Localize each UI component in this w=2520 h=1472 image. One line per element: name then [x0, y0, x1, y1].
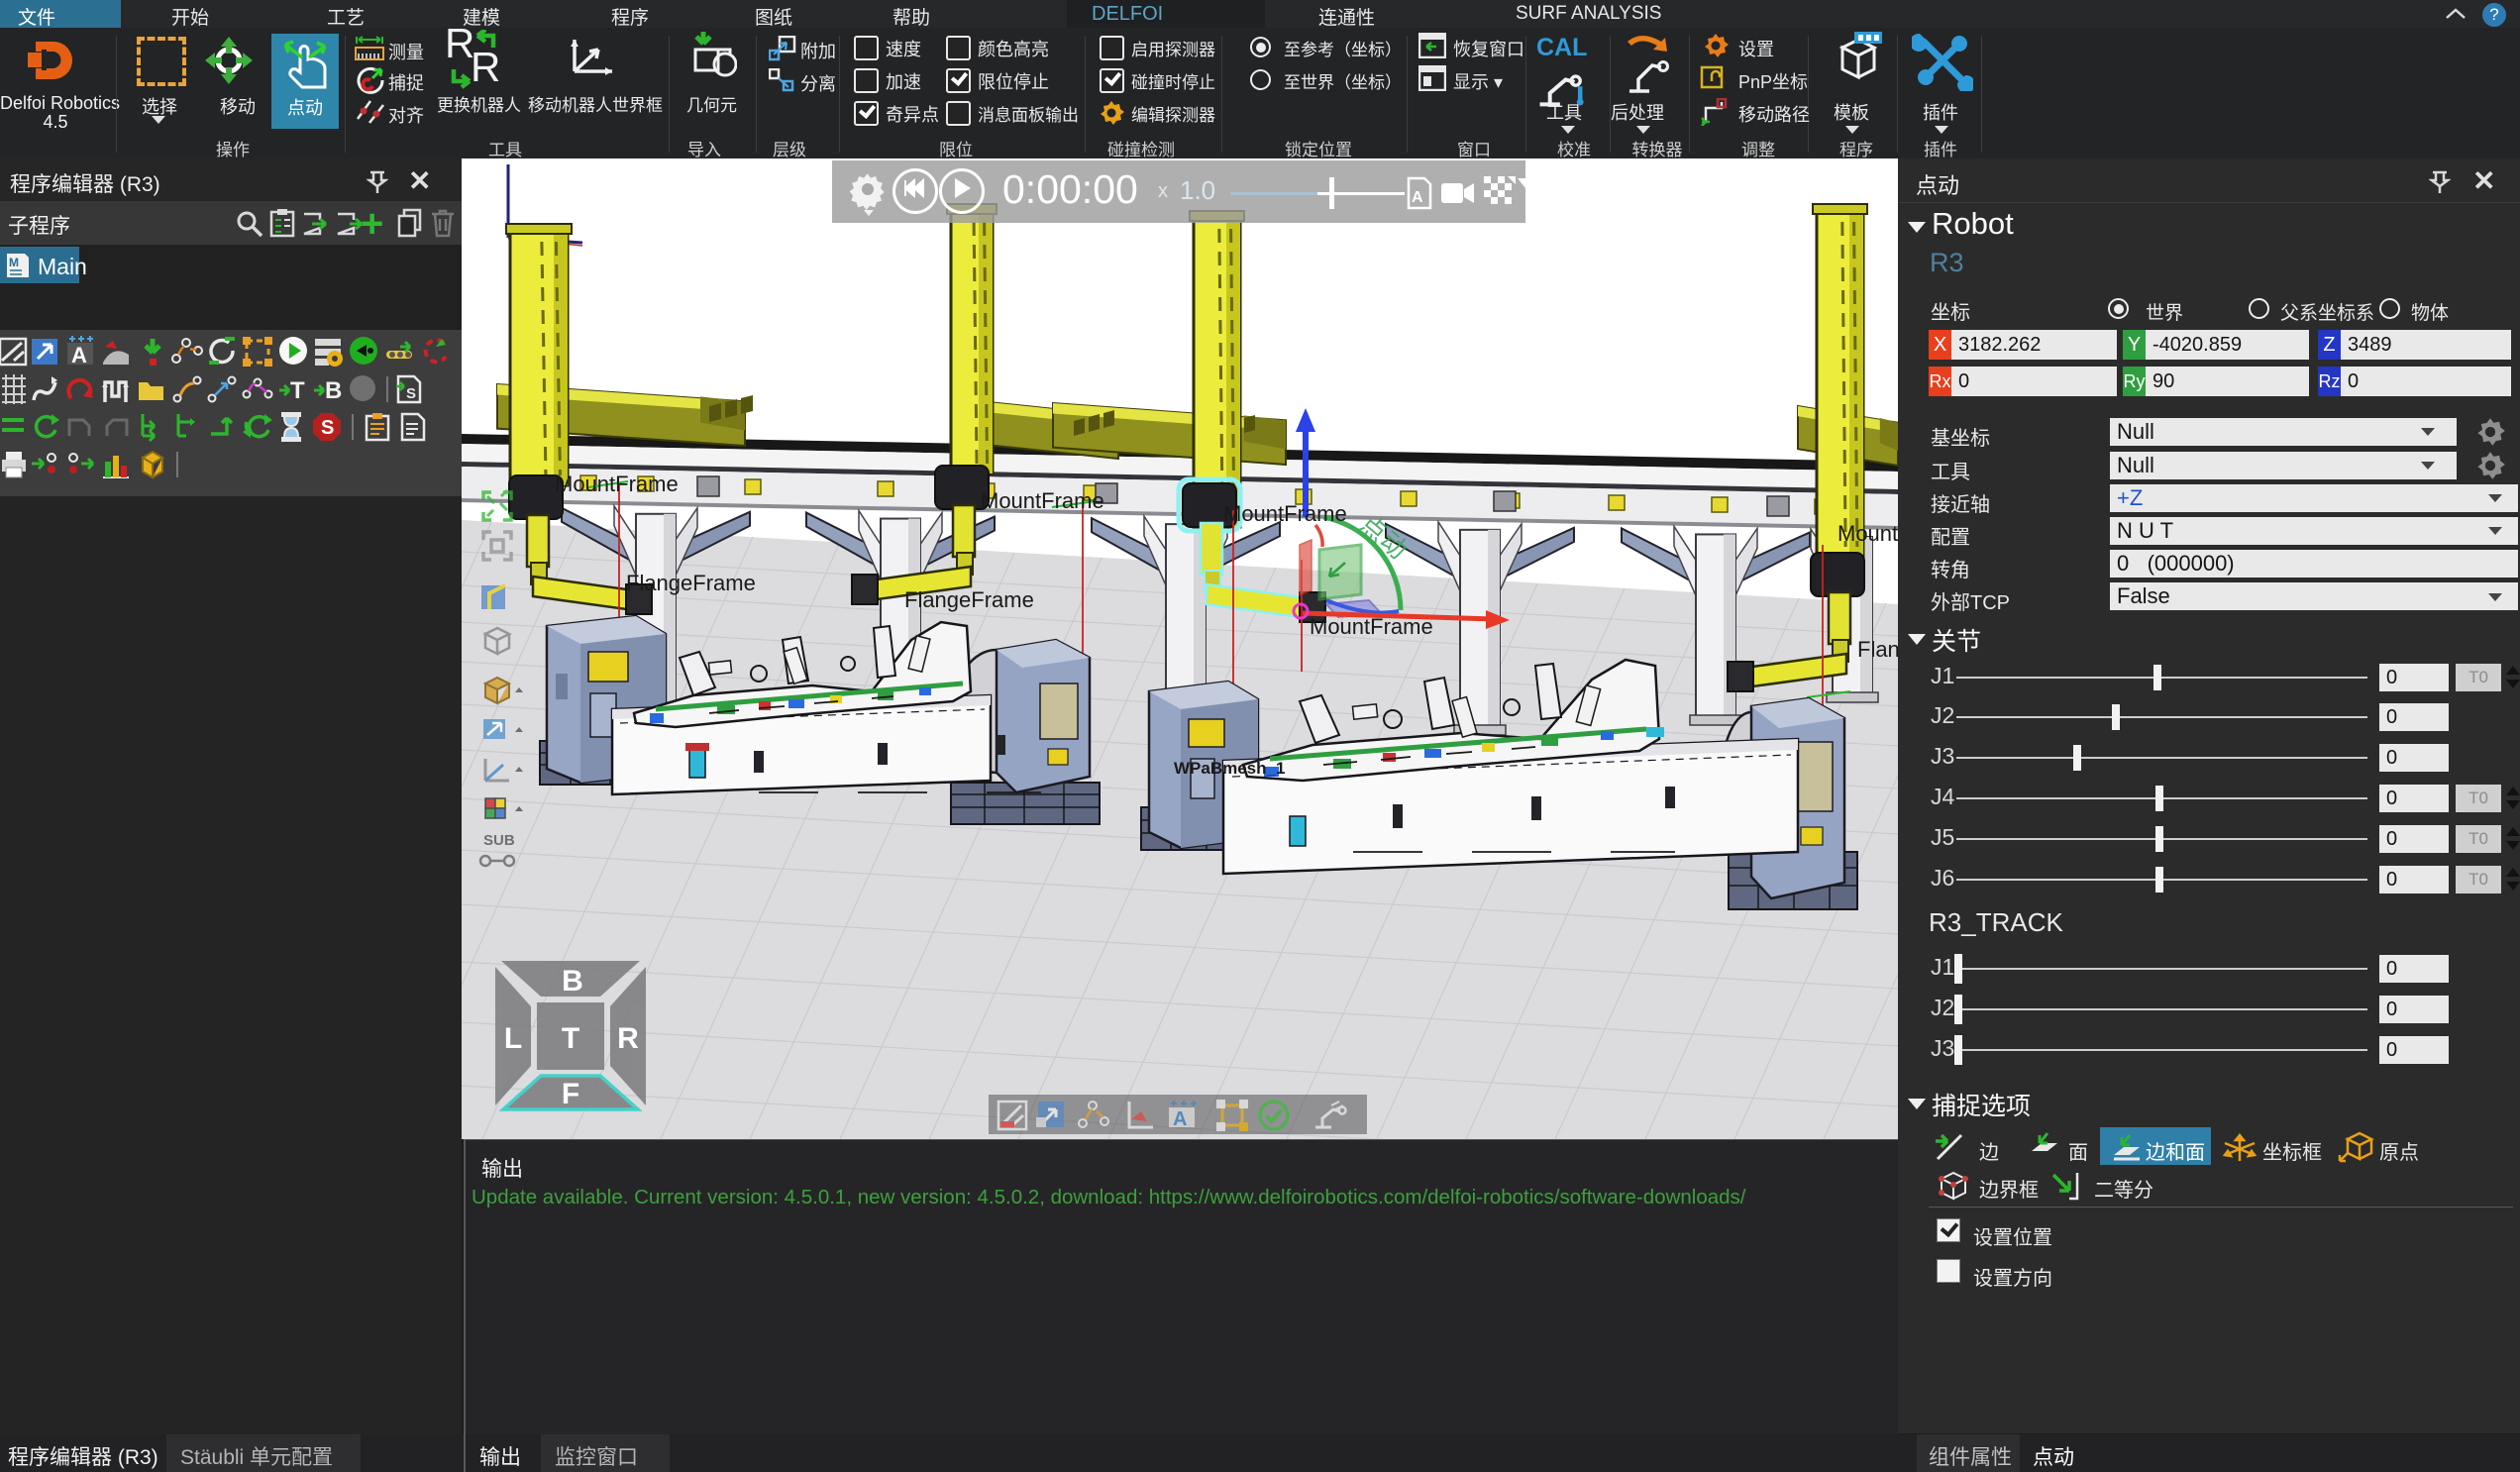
svg-text:FlangeFrame: FlangeFrame — [904, 587, 1034, 612]
svg-text:F: F — [562, 1078, 579, 1110]
svg-text:T: T — [290, 377, 305, 404]
svg-text:T: T — [562, 1022, 579, 1055]
svg-text:R: R — [617, 1022, 639, 1055]
svg-text:MountFrame: MountFrame — [981, 488, 1104, 513]
svg-text:S: S — [321, 417, 334, 439]
svg-text:WPaBmesh_1: WPaBmesh_1 — [1174, 759, 1285, 778]
svg-text:A: A — [71, 343, 87, 368]
svg-text:M: M — [9, 256, 19, 269]
svg-text:MountFrame: MountFrame — [555, 472, 679, 496]
svg-text:FlangeFra: FlangeFra — [1857, 637, 1898, 662]
svg-text:MountFrame: MountFrame — [1310, 614, 1433, 639]
svg-text:A: A — [1412, 189, 1423, 206]
svg-text:FlangeFrame: FlangeFrame — [626, 571, 756, 595]
svg-text:A: A — [1173, 1108, 1187, 1130]
svg-text:S: S — [406, 385, 416, 402]
svg-text:L: L — [504, 1022, 522, 1055]
svg-text:MountFrame: MountFrame — [1223, 501, 1347, 526]
svg-text:B: B — [562, 965, 583, 998]
svg-text:B: B — [325, 377, 342, 404]
svg-text:MountFram: MountFram — [1838, 521, 1898, 546]
